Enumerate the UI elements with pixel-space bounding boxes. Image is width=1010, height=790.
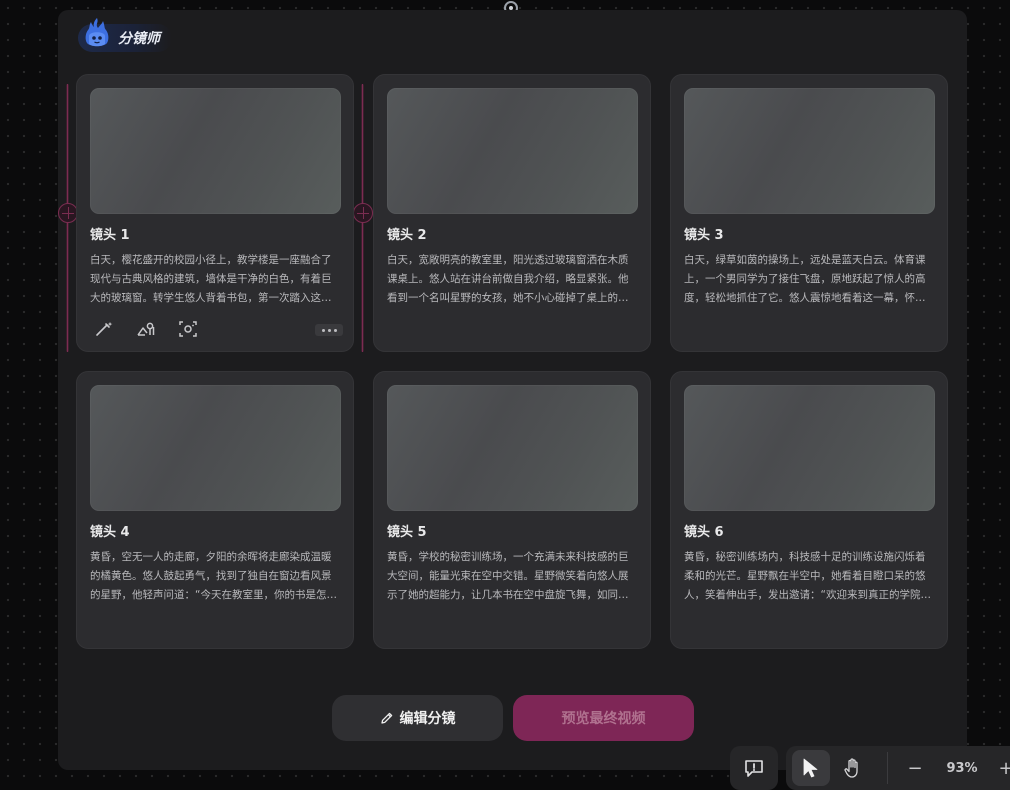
- image-location-icon: [137, 322, 155, 336]
- agent-badge: 分镜师: [78, 18, 172, 52]
- zoom-out-button[interactable]: −: [901, 750, 929, 786]
- shot-link-node-2[interactable]: [353, 203, 373, 223]
- shot-card[interactable]: 镜头 3 白天，绿草如茵的操场上，远处是蓝天白云。体育课上，一个男同学为了接住飞…: [670, 74, 948, 352]
- shot-description: 黄昏，秘密训练场内，科技感十足的训练设施闪烁着柔和的光芒。星野飘在半空中，她看着…: [684, 551, 931, 601]
- shot-card[interactable]: 镜头 5 黄昏，学校的秘密训练场，一个充满未来科技感的巨大空间，能量光束在空中交…: [373, 371, 651, 649]
- shot-title: 镜头 2: [387, 228, 427, 243]
- camera-frame-icon: [179, 321, 197, 337]
- agent-name: 分镜师: [118, 31, 160, 47]
- zoom-level[interactable]: 93%: [936, 750, 988, 786]
- shot-title: 镜头 3: [684, 228, 724, 243]
- shot-thumbnail[interactable]: [684, 385, 935, 511]
- shot-thumbnail[interactable]: [387, 88, 638, 214]
- shot-description: 白天，樱花盛开的校园小径上，教学楼是一座融合了现代与古典风格的建筑，墙体是干净的…: [90, 254, 332, 304]
- storyboard-panel: 分镜师 镜头 1 白天，樱花盛开的校园小径上，教学楼是一座融合了现代与古典风格的…: [58, 10, 967, 770]
- flame-ghost-icon: [85, 18, 109, 47]
- preview-video-label: 预览最终视频: [561, 711, 646, 727]
- cursor-icon: [803, 758, 818, 778]
- hand-tool-button[interactable]: [834, 750, 872, 786]
- shot-link-node-1[interactable]: [58, 203, 78, 223]
- shot-title: 镜头 1: [90, 228, 130, 243]
- camera-frame-button[interactable]: [177, 318, 199, 340]
- panel-header: 分镜师: [78, 18, 172, 58]
- hand-icon: [844, 758, 858, 778]
- shot-toolbar: [91, 318, 343, 340]
- shot-description: 黄昏，学校的秘密训练场，一个充满未来科技感的巨大空间，能量光束在空中交错。星野微…: [387, 551, 629, 601]
- edit-storyboard-button[interactable]: 编辑分镜: [332, 695, 503, 741]
- canvas-toolbar: − 93% +: [786, 746, 1010, 790]
- shot-title: 镜头 4: [90, 525, 130, 540]
- shot-card[interactable]: 镜头 6 黄昏，秘密训练场内，科技感十足的训练设施闪烁着柔和的光芒。星野飘在半空…: [670, 371, 948, 649]
- pencil-icon: [380, 712, 392, 724]
- shot-description: 黄昏，空无一人的走廊，夕阳的余晖将走廊染成温暖的橘黄色。悠人鼓起勇气，找到了独自…: [90, 551, 337, 601]
- shot-description: 白天，宽敞明亮的教室里，阳光透过玻璃窗洒在木质课桌上。悠人站在讲台前做自我介绍，…: [387, 254, 629, 304]
- more-options-button[interactable]: [315, 324, 343, 336]
- shot-card[interactable]: 镜头 2 白天，宽敞明亮的教室里，阳光透过玻璃窗洒在木质课桌上。悠人站在讲台前做…: [373, 74, 651, 352]
- zoom-in-button[interactable]: +: [994, 750, 1010, 786]
- shot-title: 镜头 5: [387, 525, 427, 540]
- shot-card[interactable]: 镜头 1 白天，樱花盛开的校园小径上，教学楼是一座融合了现代与古典风格的建筑，墙…: [76, 74, 354, 352]
- shot-thumbnail[interactable]: [90, 385, 341, 511]
- toolbar-divider: [887, 752, 888, 784]
- more-icon: [321, 328, 337, 332]
- shot-title: 镜头 6: [684, 525, 724, 540]
- magic-wand-icon: [96, 322, 113, 336]
- shot-thumbnail[interactable]: [90, 88, 341, 214]
- shot-description: 白天，绿草如茵的操场上，远处是蓝天白云。体育课上，一个男同学为了接住飞盘，原地跃…: [684, 254, 926, 304]
- image-location-button[interactable]: [135, 318, 157, 340]
- shot-thumbnail[interactable]: [684, 88, 935, 214]
- select-tool-button[interactable]: [792, 750, 830, 786]
- shot-thumbnail[interactable]: [387, 385, 638, 511]
- feedback-button[interactable]: [730, 746, 778, 790]
- preview-video-button[interactable]: 预览最终视频: [513, 695, 694, 741]
- feedback-icon: [745, 760, 763, 777]
- shot-card[interactable]: 镜头 4 黄昏，空无一人的走廊，夕阳的余晖将走廊染成温暖的橘黄色。悠人鼓起勇气，…: [76, 371, 354, 649]
- magic-wand-button[interactable]: [93, 318, 115, 340]
- edit-storyboard-label: 编辑分镜: [399, 711, 456, 727]
